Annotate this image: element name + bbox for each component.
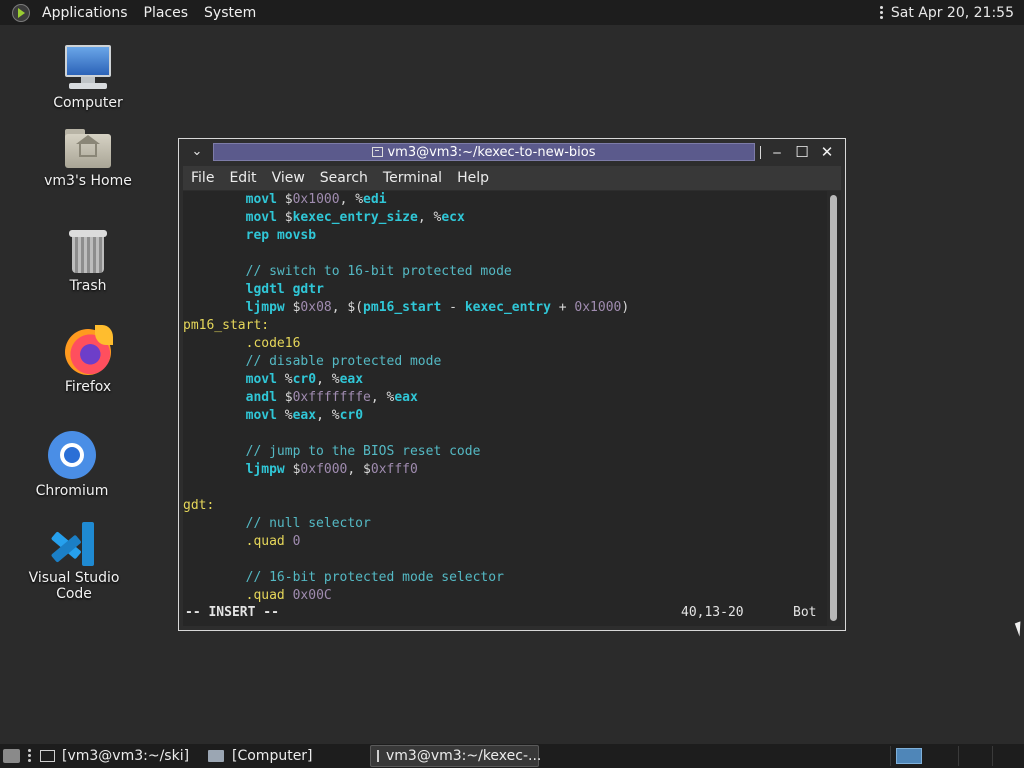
menu-search[interactable]: Search bbox=[312, 170, 375, 186]
window-titlebar[interactable]: ⌄ vm3@vm3:~/kexec-to-new-bios ⎯ ☐ ✕ bbox=[179, 139, 845, 165]
menu-applications[interactable]: Applications bbox=[34, 5, 136, 21]
vim-mode: -- INSERT -- bbox=[185, 605, 279, 620]
menu-file[interactable]: File bbox=[183, 170, 221, 186]
menu-places[interactable]: Places bbox=[136, 5, 197, 21]
mouse-cursor-icon bbox=[1014, 621, 1024, 637]
desktop-icon-computer[interactable]: Computer bbox=[33, 45, 143, 111]
workspace-switcher-1[interactable] bbox=[896, 748, 922, 764]
taskbar-item-label: [vm3@vm3:~/ski] bbox=[62, 748, 190, 764]
code-line: // null selector bbox=[183, 516, 371, 531]
maximize-icon[interactable]: ☐ bbox=[793, 143, 811, 161]
terminal-window: ⌄ vm3@vm3:~/kexec-to-new-bios ⎯ ☐ ✕ File… bbox=[178, 138, 846, 631]
desktop-icon-chromium[interactable]: Chromium bbox=[17, 431, 127, 499]
taskbar-item-kexec[interactable]: vm3@vm3:~/kexec-... bbox=[370, 745, 542, 767]
chromium-icon bbox=[48, 431, 96, 479]
close-icon[interactable]: ✕ bbox=[818, 143, 836, 161]
code-line: rep movsb bbox=[245, 228, 317, 243]
desktop-icon-label: Firefox bbox=[64, 379, 112, 395]
titlebar-separator bbox=[760, 146, 761, 159]
code-line: movl %cr0, %eax bbox=[245, 372, 364, 387]
code-line: pm16_start: bbox=[183, 318, 270, 333]
window-title-bar[interactable]: vm3@vm3:~/kexec-to-new-bios bbox=[213, 143, 755, 161]
terminal-menubar: File Edit View Search Terminal Help bbox=[183, 166, 841, 190]
terminal-text-area[interactable]: movl $0x1000, %edi movl $kexec_entry_siz… bbox=[183, 191, 827, 626]
code-line: .code16 bbox=[245, 336, 301, 351]
trash-icon bbox=[69, 230, 107, 274]
menu-view[interactable]: View bbox=[264, 170, 312, 186]
terminal-scrollbar[interactable] bbox=[827, 191, 841, 626]
desktop-icon-home[interactable]: vm3's Home bbox=[33, 129, 143, 189]
code-line: movl $kexec_entry_size, %ecx bbox=[245, 210, 465, 225]
scroll-indicator: Bot bbox=[793, 605, 817, 620]
top-panel-right: Sat Apr 20, 21:55 bbox=[879, 5, 1014, 21]
kebab-menu-icon[interactable] bbox=[879, 6, 883, 19]
code-line: lgdtl gdtr bbox=[245, 282, 324, 297]
taskbar-item-label: [Computer] bbox=[232, 748, 313, 764]
computer-icon bbox=[208, 750, 224, 762]
scrollbar-thumb[interactable] bbox=[830, 195, 837, 621]
code-lines: movl $0x1000, %edi movl $kexec_entry_siz… bbox=[183, 191, 827, 605]
show-desktop-icon[interactable] bbox=[3, 749, 20, 763]
code-line: movl %eax, %cr0 bbox=[245, 408, 364, 423]
applications-logo-icon[interactable] bbox=[12, 3, 30, 22]
code-line: .quad 0 bbox=[245, 534, 301, 549]
code-line: // disable protected mode bbox=[183, 354, 442, 369]
code-line: ljmpw $0x08, $(pm16_start - kexec_entry … bbox=[245, 300, 630, 315]
code-line: .quad 0x00C bbox=[245, 588, 332, 603]
terminal-icon bbox=[40, 750, 55, 762]
home-folder-icon bbox=[65, 129, 111, 169]
code-line: andl $0xfffffffe, %eax bbox=[245, 390, 418, 405]
desktop-icon-label: Visual Studio Code bbox=[28, 570, 120, 602]
bottom-panel: [vm3@vm3:~/ski] [Computer] vm3@vm3:~/kex… bbox=[0, 744, 1024, 768]
desktop-icon-firefox[interactable]: Firefox bbox=[33, 325, 143, 395]
desktop-icon-trash[interactable]: Trash bbox=[33, 230, 143, 294]
taskbar-item-ski[interactable]: [vm3@vm3:~/ski] bbox=[34, 745, 202, 767]
panel-handle-icon[interactable] bbox=[28, 749, 31, 763]
desktop-icon-label: Chromium bbox=[35, 483, 109, 499]
vscode-icon bbox=[50, 522, 96, 566]
desktop-icon-label: vm3's Home bbox=[44, 173, 132, 189]
code-line: // jump to the BIOS reset code bbox=[183, 444, 481, 459]
menu-system[interactable]: System bbox=[196, 5, 264, 21]
firefox-icon bbox=[65, 325, 113, 375]
menu-help[interactable]: Help bbox=[449, 170, 496, 186]
window-title: vm3@vm3:~/kexec-to-new-bios bbox=[387, 144, 596, 160]
desktop-icon-label: Computer bbox=[53, 95, 123, 111]
computer-icon bbox=[63, 45, 113, 91]
minimize-icon[interactable]: ⎯ bbox=[768, 143, 786, 161]
code-line: gdt: bbox=[183, 498, 215, 513]
code-line: // switch to 16-bit protected mode bbox=[183, 264, 512, 279]
workspace-separator bbox=[992, 746, 993, 766]
code-line: // 16-bit protected mode selector bbox=[183, 570, 504, 585]
taskbar-item-computer[interactable]: [Computer] bbox=[202, 745, 370, 767]
cursor-position: 40,13-20 bbox=[681, 605, 744, 620]
code-line: ljmpw $0xf000, $0xfff0 bbox=[245, 462, 418, 477]
menu-edit[interactable]: Edit bbox=[221, 170, 263, 186]
workspace-separator bbox=[890, 746, 891, 766]
terminal-icon bbox=[372, 147, 384, 157]
code-line: movl $0x1000, %edi bbox=[245, 192, 387, 207]
desktop-icon-vscode[interactable]: Visual Studio Code bbox=[9, 522, 139, 602]
menu-terminal[interactable]: Terminal bbox=[375, 170, 449, 186]
top-panel: Applications Places System Sat Apr 20, 2… bbox=[0, 0, 1024, 25]
terminal-icon bbox=[377, 750, 379, 762]
clock[interactable]: Sat Apr 20, 21:55 bbox=[891, 5, 1014, 21]
desktop-icon-label: Trash bbox=[69, 278, 107, 294]
window-menu-chevron-icon[interactable]: ⌄ bbox=[187, 144, 207, 160]
vim-statusline: -- INSERT -- 40,13-20 Bot bbox=[183, 604, 827, 622]
workspace-separator bbox=[958, 746, 959, 766]
taskbar-item-label: vm3@vm3:~/kexec-... bbox=[386, 748, 542, 764]
